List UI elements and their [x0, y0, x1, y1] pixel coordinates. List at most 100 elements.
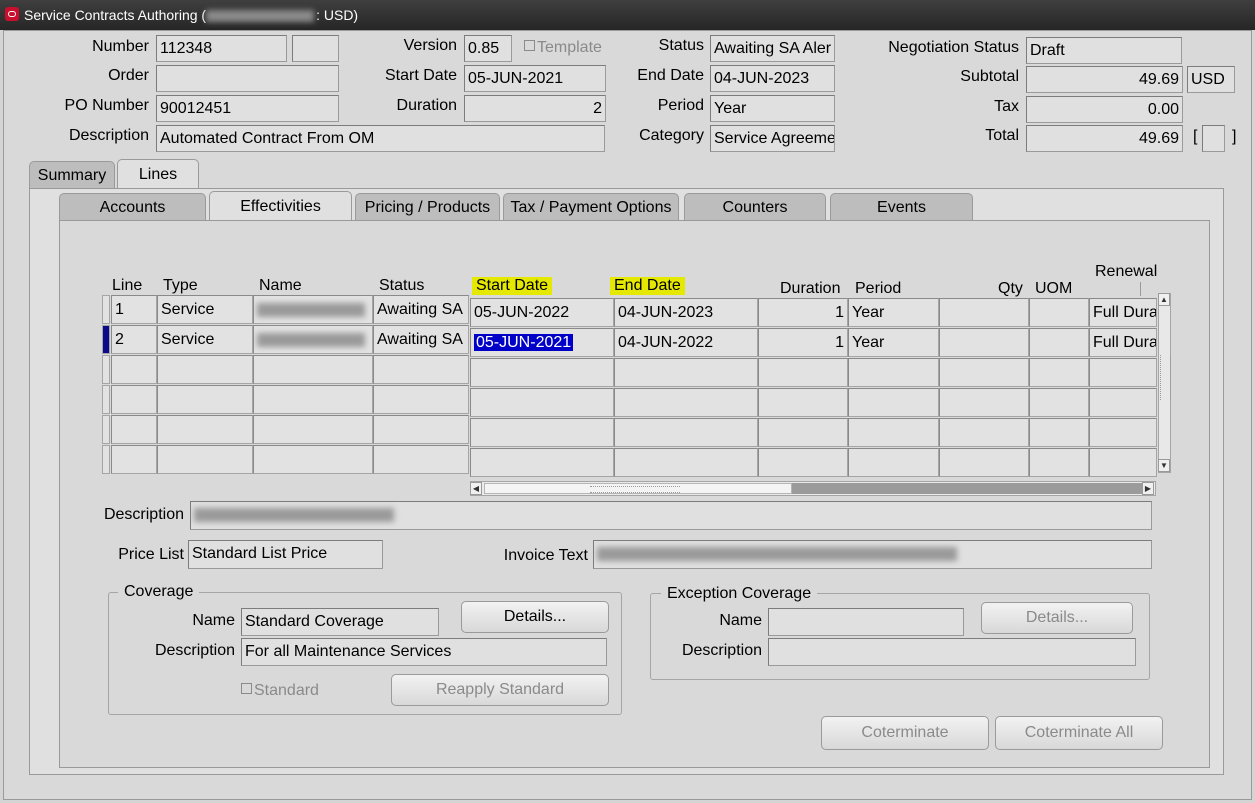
coverage-description-field[interactable]: For all Maintenance Services [241, 638, 607, 666]
scroll-track[interactable] [792, 483, 1142, 494]
cell-period[interactable]: Year [848, 328, 939, 357]
template-checkbox[interactable]: Template [524, 39, 602, 57]
cell-type[interactable] [157, 385, 253, 414]
cell-start-date[interactable] [470, 358, 614, 387]
cell-status[interactable] [373, 445, 469, 474]
order-field[interactable] [156, 65, 339, 92]
cell-renewal[interactable] [1089, 388, 1157, 417]
cell-duration[interactable] [758, 358, 848, 387]
cell-start-date[interactable]: 05-JUN-2022 [470, 298, 614, 327]
cell-start-date[interactable] [470, 388, 614, 417]
duration-field[interactable]: 2 [464, 95, 606, 122]
standard-checkbox[interactable]: Standard [241, 682, 319, 700]
cell-name[interactable] [253, 415, 373, 444]
category-field[interactable]: Service Agreeme [710, 125, 835, 152]
cell-period[interactable] [848, 358, 939, 387]
row-marker[interactable] [102, 415, 110, 444]
cell-qty[interactable] [939, 388, 1029, 417]
tax-field[interactable]: 0.00 [1026, 96, 1183, 123]
cell-name[interactable] [253, 325, 373, 354]
total-flex-field[interactable] [1202, 125, 1225, 152]
cell-name[interactable] [253, 355, 373, 384]
po-number-field[interactable]: 90012451 [156, 95, 339, 122]
cell-period[interactable]: Year [848, 298, 939, 327]
cell-start-date[interactable] [470, 448, 614, 477]
description-field[interactable]: Automated Contract From OM [156, 125, 605, 152]
cell-qty[interactable] [939, 298, 1029, 327]
cell-line[interactable] [111, 355, 157, 384]
line-description-field[interactable] [190, 501, 1152, 530]
cell-renewal[interactable]: Full Dura [1089, 298, 1157, 327]
scroll-left-arrow-icon[interactable]: ◀ [470, 482, 482, 495]
cell-name[interactable] [253, 385, 373, 414]
tab-counters[interactable]: Counters [684, 193, 826, 221]
row-marker[interactable] [102, 295, 110, 324]
cell-status[interactable] [373, 355, 469, 384]
coterminate-button[interactable]: Coterminate [821, 716, 989, 750]
cell-uom[interactable] [1029, 418, 1089, 447]
cell-qty[interactable] [939, 418, 1029, 447]
reapply-standard-button[interactable]: Reapply Standard [391, 674, 609, 706]
number-ext-field[interactable] [292, 35, 339, 62]
cell-start-date-selected[interactable]: 05-JUN-2021 [470, 328, 614, 357]
cell-line[interactable] [111, 385, 157, 414]
cell-period[interactable] [848, 388, 939, 417]
currency-field[interactable]: USD [1187, 66, 1235, 93]
cell-line[interactable]: 2 [111, 325, 157, 354]
cell-qty[interactable] [939, 448, 1029, 477]
cell-duration[interactable]: 1 [758, 298, 848, 327]
price-list-field[interactable]: Standard List Price [188, 540, 383, 569]
exception-details-button[interactable]: Details... [981, 602, 1133, 634]
tab-tax-payment-options[interactable]: Tax / Payment Options [503, 193, 679, 221]
cell-start-date[interactable] [470, 418, 614, 447]
cell-status[interactable] [373, 385, 469, 414]
coverage-name-field[interactable]: Standard Coverage [241, 608, 439, 636]
cell-status[interactable]: Awaiting SA [373, 325, 469, 354]
cell-type[interactable] [157, 355, 253, 384]
tab-pricing-products[interactable]: Pricing / Products [355, 193, 500, 221]
tab-lines[interactable]: Lines [117, 159, 199, 189]
scroll-thumb-grip[interactable] [1160, 355, 1171, 400]
coverage-details-button[interactable]: Details... [461, 601, 609, 633]
tab-events[interactable]: Events [830, 193, 973, 221]
cell-end-date[interactable] [614, 358, 758, 387]
cell-uom[interactable] [1029, 298, 1089, 327]
cell-renewal[interactable]: Full Dura [1089, 328, 1157, 357]
cell-duration[interactable] [758, 388, 848, 417]
cell-renewal[interactable] [1089, 448, 1157, 477]
cell-line[interactable] [111, 415, 157, 444]
cell-type[interactable]: Service [157, 295, 253, 324]
cell-uom[interactable] [1029, 448, 1089, 477]
cell-uom[interactable] [1029, 388, 1089, 417]
cell-end-date[interactable] [614, 388, 758, 417]
cell-renewal[interactable] [1089, 358, 1157, 387]
coterminate-all-button[interactable]: Coterminate All [995, 716, 1163, 750]
cell-period[interactable] [848, 418, 939, 447]
cell-period[interactable] [848, 448, 939, 477]
exception-name-field[interactable] [768, 608, 964, 636]
version-field[interactable]: 0.85 [464, 35, 512, 62]
cell-status[interactable] [373, 415, 469, 444]
cell-type[interactable] [157, 445, 253, 474]
cell-qty[interactable] [939, 328, 1029, 357]
cell-duration[interactable] [758, 418, 848, 447]
status-field[interactable]: Awaiting SA Aler [710, 35, 835, 62]
number-field[interactable]: 112348 [156, 35, 287, 62]
cell-type[interactable] [157, 415, 253, 444]
end-date-field[interactable]: 04-JUN-2023 [710, 65, 835, 92]
row-marker[interactable] [102, 445, 110, 474]
scroll-up-arrow-icon[interactable]: ▲ [1158, 293, 1170, 306]
invoice-text-field[interactable] [593, 540, 1152, 569]
tab-accounts[interactable]: Accounts [59, 193, 206, 221]
cell-qty[interactable] [939, 358, 1029, 387]
start-date-field[interactable]: 05-JUN-2021 [464, 65, 606, 92]
row-marker[interactable] [102, 385, 110, 414]
cell-end-date[interactable] [614, 448, 758, 477]
cell-duration[interactable]: 1 [758, 328, 848, 357]
tab-effectivities[interactable]: Effectivities [209, 191, 352, 221]
tab-summary[interactable]: Summary [29, 161, 115, 189]
cell-end-date[interactable]: 04-JUN-2022 [614, 328, 758, 357]
cell-end-date[interactable]: 04-JUN-2023 [614, 298, 758, 327]
negotiation-status-field[interactable]: Draft [1026, 37, 1182, 64]
row-marker-current[interactable] [102, 325, 110, 354]
